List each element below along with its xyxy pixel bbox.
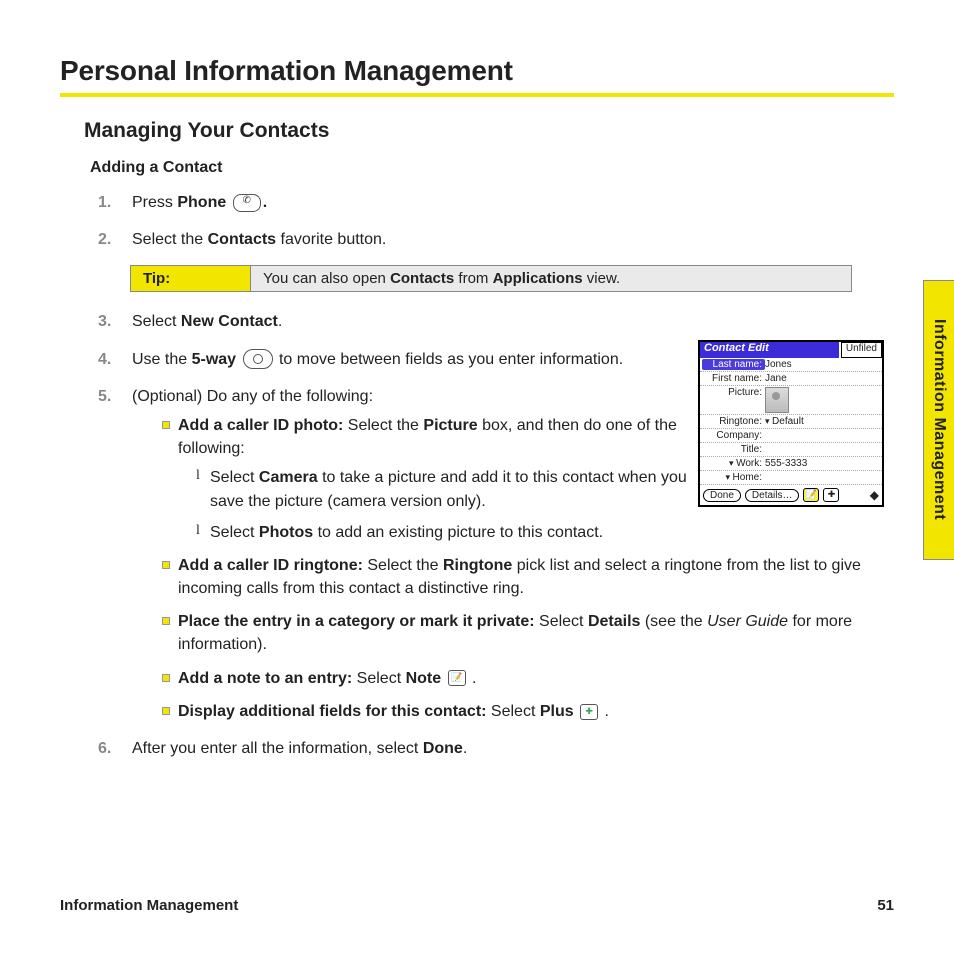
firstname-label: First name: [702,373,765,384]
subsection-heading: Adding a Contact [90,159,894,177]
plus-icon [580,704,598,720]
fiveway-key-icon [243,349,273,369]
work-label: Work: [702,458,765,469]
firstname-value: Jane [765,373,880,384]
device-note-button: 📝 [803,488,819,502]
step-2: Select the Contacts favorite button. [98,228,894,251]
sub-additional-fields: Display additional fields for this conta… [162,700,894,723]
step-4: Use the 5-way to move between fields as … [98,348,672,371]
ringtone-label: Ringtone: [702,416,765,427]
home-label: Home: [702,472,765,483]
sub-category-private: Place the entry in a category or mark it… [162,610,894,656]
title-label: Title: [702,444,765,455]
device-scroll-indicator: ◆ [870,488,879,502]
step-3: Select New Contact. [98,310,672,333]
device-category: Unfiled [841,342,882,358]
footer-page-number: 51 [877,897,894,914]
footer-left: Information Management [60,897,238,914]
tip-callout: Tip: You can also open Contacts from App… [130,265,852,292]
ringtone-value: Default [765,416,880,427]
lastname-label: Last name: [702,359,765,370]
tip-text: You can also open Contacts from Applicat… [251,266,851,291]
device-title: Contact Edit [700,342,839,358]
sub-photos: Select Photos to add an existing picture… [196,521,718,544]
page-footer: Information Management 51 [60,897,894,914]
step-6: After you enter all the information, sel… [98,737,894,760]
picture-label: Picture: [702,387,765,413]
work-value: 555-3333 [765,458,880,469]
side-tab: Information Management [923,280,954,560]
step-1: Press Phone . [98,191,894,214]
phone-key-icon [233,194,261,212]
title-rule [60,93,894,97]
page-title: Personal Information Management [60,55,894,87]
contact-edit-screenshot: Contact Edit Unfiled Last name:Jones Fir… [698,340,884,507]
section-heading: Managing Your Contacts [84,119,894,143]
company-label: Company: [702,430,765,441]
sub-camera: Select Camera to take a picture and add … [196,466,718,512]
device-plus-button: ✚ [823,488,839,502]
lastname-value: Jones [765,359,880,370]
sub-caller-id-ringtone: Add a caller ID ringtone: Select the Rin… [162,554,894,600]
avatar-placeholder [765,387,789,413]
note-icon [448,670,466,686]
device-details-button: Details… [745,489,800,502]
sub-caller-id-photo: Add a caller ID photo: Select the Pictur… [162,414,718,544]
sub-add-note: Add a note to an entry: Select Note . [162,667,894,690]
device-done-button: Done [703,489,741,502]
tip-label: Tip: [131,266,251,291]
